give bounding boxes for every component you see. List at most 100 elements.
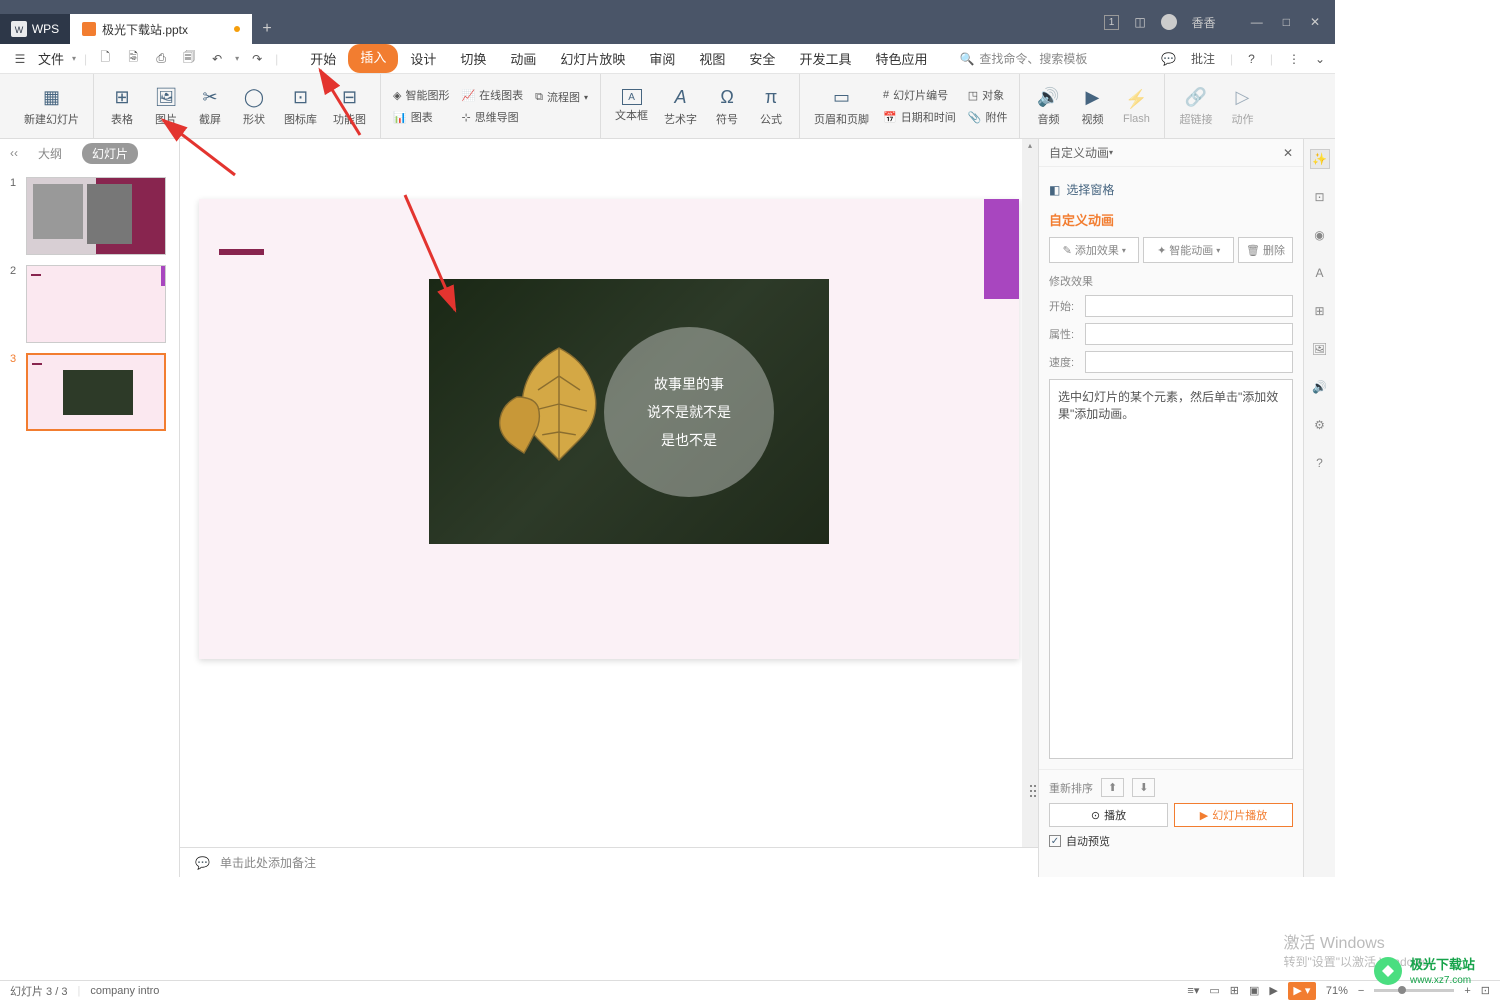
sidebar-animation-icon[interactable]: ✨ bbox=[1310, 149, 1330, 169]
tab-transition[interactable]: 切换 bbox=[448, 44, 498, 73]
ribbon-chevron-icon[interactable]: ⌄ bbox=[1315, 52, 1325, 66]
add-effect-button[interactable]: ✎添加效果▾ bbox=[1049, 237, 1139, 263]
slide-thumb-3[interactable]: 3 bbox=[10, 353, 169, 431]
play-slideshow-button[interactable]: ▶ ▾ bbox=[1288, 982, 1316, 1000]
comment-label[interactable]: 批注 bbox=[1191, 50, 1215, 67]
mindmap-button[interactable]: ⊹思维导图 bbox=[457, 107, 527, 127]
tab-slideshow[interactable]: 幻灯片放映 bbox=[548, 44, 637, 73]
tab-animation[interactable]: 动画 bbox=[498, 44, 548, 73]
help-icon[interactable]: ? bbox=[1248, 52, 1255, 66]
view-sorter-icon[interactable]: ⊞ bbox=[1230, 984, 1239, 997]
flowchart-button[interactable]: ⧉流程图▾ bbox=[531, 87, 592, 107]
move-up-button[interactable]: ⬆ bbox=[1101, 778, 1124, 797]
collapse-ribbon-icon[interactable]: ⋮ bbox=[1288, 52, 1300, 66]
zoom-out-icon[interactable]: − bbox=[1358, 985, 1364, 997]
speed-select[interactable] bbox=[1085, 351, 1293, 373]
new-slide-button[interactable]: ▦ 新建幻灯片 bbox=[18, 81, 85, 131]
sidebar-layout-icon[interactable]: ⊞ bbox=[1310, 301, 1330, 321]
minimize-button[interactable]: — bbox=[1251, 15, 1263, 29]
tab-security[interactable]: 安全 bbox=[737, 44, 787, 73]
vertical-scrollbar[interactable]: ▴ bbox=[1022, 139, 1038, 847]
object-button[interactable]: ◳对象 bbox=[964, 85, 1012, 105]
user-avatar-icon[interactable] bbox=[1161, 14, 1177, 30]
comment-icon[interactable]: 💬 bbox=[1161, 52, 1176, 66]
action-button[interactable]: ▷动作 bbox=[1222, 81, 1262, 131]
tab-start[interactable]: 开始 bbox=[298, 44, 348, 73]
print-icon[interactable]: ⎙ bbox=[151, 49, 171, 69]
sidebar-help-icon[interactable]: ? bbox=[1310, 453, 1330, 473]
zoom-value[interactable]: 71% bbox=[1326, 985, 1348, 997]
wps-home-tab[interactable]: W WPS bbox=[0, 14, 70, 44]
audio-button[interactable]: 🔊音频 bbox=[1028, 81, 1068, 131]
sidebar-text-icon[interactable]: A bbox=[1310, 263, 1330, 283]
sidebar-design-icon[interactable]: ⊡ bbox=[1310, 187, 1330, 207]
play-button[interactable]: ⊙播放 bbox=[1049, 803, 1168, 827]
print-preview-icon[interactable]: 🗟 bbox=[123, 49, 143, 69]
sidebar-audio-icon[interactable]: 🔊 bbox=[1310, 377, 1330, 397]
slide-number-button[interactable]: #幻灯片编号 bbox=[879, 85, 960, 105]
maximize-button[interactable]: □ bbox=[1283, 15, 1290, 29]
tab-devtools[interactable]: 开发工具 bbox=[787, 44, 863, 73]
image-button[interactable]: 🖼图片 bbox=[146, 81, 186, 131]
file-menu-chevron-icon[interactable]: ▾ bbox=[72, 54, 76, 63]
header-footer-button[interactable]: ▭页眉和页脚 bbox=[808, 81, 875, 131]
new-tab-button[interactable]: + bbox=[252, 14, 282, 44]
hyperlink-button[interactable]: 🔗超链接 bbox=[1173, 81, 1218, 131]
undo-chevron-icon[interactable]: ▾ bbox=[235, 54, 239, 63]
menu-hamburger-icon[interactable]: ☰ bbox=[10, 49, 30, 69]
file-tab[interactable]: 极光下载站.pptx bbox=[70, 14, 252, 44]
wordart-button[interactable]: A艺术字 bbox=[658, 81, 703, 131]
redo-icon[interactable]: ↷ bbox=[247, 49, 267, 69]
datetime-button[interactable]: 📅日期和时间 bbox=[879, 107, 960, 127]
notes-toggle-icon[interactable]: ≡▾ bbox=[1187, 984, 1199, 997]
slide-thumb-2[interactable]: 2 bbox=[10, 265, 169, 343]
property-select[interactable] bbox=[1085, 323, 1293, 345]
attachment-button[interactable]: 📎附件 bbox=[964, 107, 1012, 127]
smartart-button[interactable]: ◈智能图形 bbox=[389, 85, 453, 105]
move-down-button[interactable]: ⬇ bbox=[1132, 778, 1155, 797]
symbol-button[interactable]: Ω符号 bbox=[707, 81, 747, 131]
tab-review[interactable]: 审阅 bbox=[637, 44, 687, 73]
textbox-button[interactable]: A文本框 bbox=[609, 85, 654, 127]
slides-tab[interactable]: 幻灯片 bbox=[82, 143, 138, 164]
slide-thumb-1[interactable]: 1 bbox=[10, 177, 169, 255]
delete-button[interactable]: 🗑删除 bbox=[1238, 237, 1293, 263]
panel-close-icon[interactable]: ✕ bbox=[1283, 146, 1293, 160]
undo-icon[interactable]: ↶ bbox=[207, 49, 227, 69]
username[interactable]: 香香 bbox=[1192, 14, 1216, 31]
collapse-panel-icon[interactable]: ‹‹ bbox=[10, 146, 18, 160]
sidebar-image-icon[interactable]: 🖼 bbox=[1310, 339, 1330, 359]
tab-view[interactable]: 视图 bbox=[687, 44, 737, 73]
start-select[interactable] bbox=[1085, 295, 1293, 317]
badge-icon[interactable]: 1 bbox=[1104, 15, 1120, 30]
chart-button[interactable]: 📊图表 bbox=[389, 107, 453, 127]
formula-button[interactable]: π公式 bbox=[751, 81, 791, 131]
sidebar-tools-icon[interactable]: ⚙ bbox=[1310, 415, 1330, 435]
tab-insert[interactable]: 插入 bbox=[348, 44, 398, 73]
tab-design[interactable]: 设计 bbox=[398, 44, 448, 73]
func-chart-button[interactable]: ⊟功能图 bbox=[327, 81, 372, 131]
flash-button[interactable]: ⚡Flash bbox=[1116, 83, 1156, 129]
online-chart-button[interactable]: 📈在线图表 bbox=[457, 85, 527, 105]
video-button[interactable]: ▶视频 bbox=[1072, 81, 1112, 131]
slideshow-play-button[interactable]: ▶幻灯片播放 bbox=[1174, 803, 1293, 827]
view-present-icon[interactable]: ▶ bbox=[1269, 984, 1277, 997]
tab-special[interactable]: 特色应用 bbox=[863, 44, 939, 73]
screenshot-button[interactable]: ✂截屏 bbox=[190, 81, 230, 131]
close-button[interactable]: ✕ bbox=[1310, 15, 1320, 29]
view-reading-icon[interactable]: ▣ bbox=[1249, 984, 1259, 997]
auto-preview-checkbox[interactable]: ✓ 自动预览 bbox=[1049, 833, 1293, 849]
smart-anim-button[interactable]: ✦智能动画▾ bbox=[1143, 237, 1233, 263]
view-normal-icon[interactable]: ▭ bbox=[1209, 984, 1219, 997]
slide-image[interactable]: 故事里的事 说不是就不是 是也不是 bbox=[429, 279, 829, 544]
file-menu[interactable]: 文件 bbox=[38, 49, 64, 68]
skin-icon[interactable]: ◫ bbox=[1134, 15, 1145, 29]
save-icon[interactable]: 🗋 bbox=[95, 49, 115, 69]
icon-library-button[interactable]: ⊡图标库 bbox=[278, 81, 323, 131]
slide-canvas[interactable]: 故事里的事 说不是就不是 是也不是 bbox=[199, 199, 1019, 659]
select-pane-link[interactable]: ◧ 选择窗格 bbox=[1049, 177, 1293, 202]
notes-bar[interactable]: 💬 单击此处添加备注 bbox=[180, 847, 1038, 877]
sidebar-shape-icon[interactable]: ◉ bbox=[1310, 225, 1330, 245]
outline-tab[interactable]: 大纲 bbox=[38, 145, 62, 162]
search-placeholder[interactable]: 查找命令、搜索模板 bbox=[979, 50, 1087, 67]
